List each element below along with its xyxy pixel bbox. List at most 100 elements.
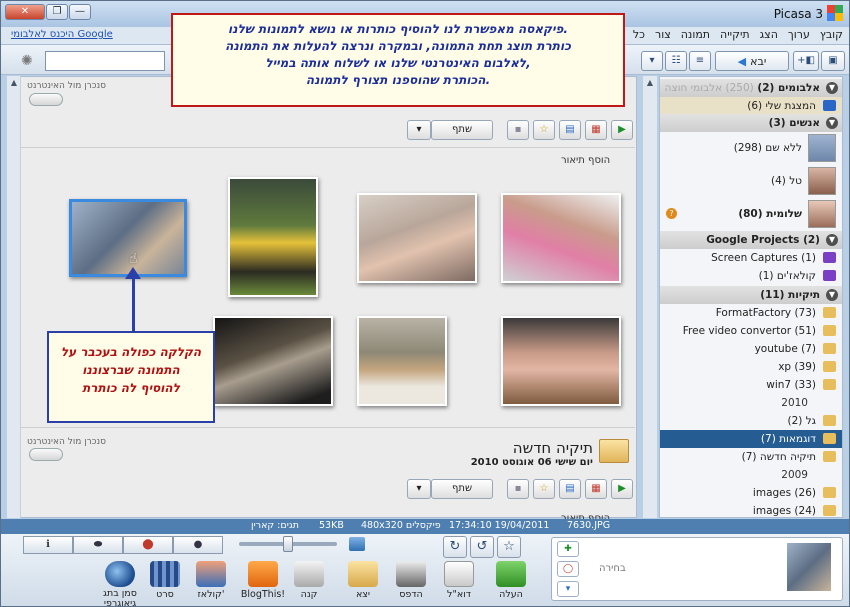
scroll-up-icon[interactable]: ▲ xyxy=(7,76,21,90)
status-datetime: 17:34:10 19/04/2011 xyxy=(449,520,550,531)
folder-icon xyxy=(823,487,836,498)
video-thumbnail[interactable] xyxy=(213,316,333,406)
menu-edit[interactable]: ערוך xyxy=(788,28,810,41)
tree-header-google-projects[interactable]: Google Projects (2) ▼ xyxy=(660,231,842,249)
collage-icon[interactable]: ▦ xyxy=(585,120,607,140)
tree-item-project[interactable]: קולאז'ים (1) xyxy=(660,267,842,285)
star-icon[interactable]: ☆ xyxy=(533,120,555,140)
album-action-bar: ▶ ▦ ▤ ☆ ▪ שתף ▾ xyxy=(407,479,633,501)
picasa-logo-icon xyxy=(827,5,843,21)
buy-button[interactable]: קנה xyxy=(285,561,333,600)
flat-view-icon[interactable]: ≡ xyxy=(689,51,711,71)
view-dropdown-button[interactable]: ▾ xyxy=(641,51,663,71)
star-icon[interactable]: ☆ xyxy=(497,536,521,558)
help-icon[interactable]: ? xyxy=(666,208,677,219)
person-icon[interactable]: ● xyxy=(173,536,223,554)
google-signin-link[interactable]: היכנס לאלבומי Google xyxy=(11,29,113,40)
email-icon xyxy=(444,561,474,587)
menu-create[interactable]: צור xyxy=(655,28,671,41)
clear-selection-icon[interactable]: ◯ xyxy=(557,561,579,577)
tree-item-folder[interactable]: xp (39) xyxy=(660,358,842,376)
zoom-slider-handle[interactable] xyxy=(283,536,293,552)
tree-item-folder[interactable]: Free video convertor (51) xyxy=(660,322,842,340)
tree-item-folder[interactable]: youtube (7) xyxy=(660,340,842,358)
tree-header-folders[interactable]: תיקיות (11) ▼ xyxy=(660,286,842,304)
import-button[interactable]: ◀ יבא xyxy=(715,51,789,71)
share-dropdown-icon[interactable]: ▾ xyxy=(407,120,431,140)
tree-item-folder[interactable]: win7 (33) xyxy=(660,376,842,394)
play-slideshow-icon[interactable]: ▶ xyxy=(611,120,633,140)
share-button[interactable]: שתף xyxy=(431,479,493,499)
maximize-button[interactable]: ❐ xyxy=(46,4,68,20)
tree-item-folder[interactable]: images (26) xyxy=(660,484,842,502)
photo-pane-scrollbar[interactable]: ▲ xyxy=(7,76,21,518)
collage-button[interactable]: קולאז' xyxy=(187,561,235,600)
tree-header-albums[interactable]: אלבומים (2) (250) אלבומי חוצה ▼ xyxy=(660,79,842,97)
menu-tools[interactable]: כל xyxy=(633,28,645,41)
star-icon[interactable]: ☆ xyxy=(533,479,555,499)
sync-toggle[interactable] xyxy=(29,448,63,461)
tree-item-album[interactable]: המצגת שלי (6) xyxy=(660,97,842,115)
folder-manager-icon[interactable]: ▣ xyxy=(821,51,845,71)
menu-file[interactable]: קובץ xyxy=(820,28,843,41)
photo-thumbnail[interactable] xyxy=(357,316,447,406)
add-to-album-icon[interactable]: ▾ xyxy=(557,581,579,597)
tree-item-folder[interactable]: תיקיה חדשה (7) xyxy=(660,448,842,466)
collapse-icon[interactable]: ▼ xyxy=(826,289,838,301)
album-title[interactable]: תיקיה חדשה xyxy=(453,439,593,457)
folder-icon xyxy=(823,379,836,390)
geotag-button[interactable]: סמן בתג גיאוגרפי xyxy=(95,561,145,606)
movie-icon[interactable]: ▤ xyxy=(559,479,581,499)
rotate-right-icon[interactable]: ↻ xyxy=(443,536,467,558)
photo-thumbnail[interactable] xyxy=(501,316,621,406)
scroll-up-icon[interactable]: ▲ xyxy=(643,76,657,90)
project-icon xyxy=(823,270,836,281)
tree-item-folder[interactable]: גל (2) xyxy=(660,412,842,430)
share-dropdown-icon[interactable]: ▾ xyxy=(407,479,431,499)
menu-view[interactable]: הצג xyxy=(760,28,778,41)
tree-scrollbar[interactable]: ▲ xyxy=(643,76,657,518)
selection-thumbnail[interactable] xyxy=(787,543,831,591)
movie-button[interactable]: סרט xyxy=(141,561,189,600)
sync-label: סנכרן מול האינטרנט xyxy=(27,81,107,91)
tree-item-folder-selected[interactable]: דוגמאות (7) xyxy=(660,430,842,448)
add-folder-button[interactable]: +◧ xyxy=(793,51,819,71)
collapse-icon[interactable]: ▼ xyxy=(826,117,838,129)
search-input[interactable] xyxy=(45,51,165,71)
tree-item-project[interactable]: Screen Captures (1) xyxy=(660,249,842,267)
menu-folder[interactable]: תיקייה xyxy=(720,28,750,41)
photo-thumbnail[interactable] xyxy=(501,193,621,283)
location-pin-icon[interactable]: ⬤ xyxy=(123,536,173,554)
export-button[interactable]: יצא xyxy=(339,561,387,600)
tree-header-people[interactable]: אנשים (3) ▼ xyxy=(660,114,842,132)
collage-icon[interactable]: ▦ xyxy=(585,479,607,499)
upload-button[interactable]: העלה xyxy=(487,561,535,600)
hold-pin-icon[interactable]: ✚ xyxy=(557,541,579,557)
photo-thumbnail[interactable] xyxy=(228,177,318,297)
tree-view-icon[interactable]: ☷ xyxy=(665,51,687,71)
annotation-callout-top: פיקאסה מאפשרת לנו להוסיף כותרות או נושא … xyxy=(171,13,625,107)
email-button[interactable]: דוא"ל xyxy=(435,561,483,600)
photo-thumbnail[interactable] xyxy=(357,193,477,283)
photo-thumbnail-selected[interactable] xyxy=(69,199,187,277)
info-icon[interactable]: ℹ xyxy=(23,536,73,554)
sync-toggle[interactable] xyxy=(29,93,63,106)
collapse-icon[interactable]: ▼ xyxy=(826,234,838,246)
menu-picture[interactable]: תמונה xyxy=(681,28,710,41)
movie-icon[interactable]: ▤ xyxy=(559,120,581,140)
add-caption-link[interactable]: הוסף תיאור xyxy=(561,155,610,166)
save-icon[interactable]: ▪ xyxy=(507,479,529,499)
minimize-button[interactable]: — xyxy=(69,4,91,20)
rotate-left-icon[interactable]: ↺ xyxy=(470,536,494,558)
blogthis-button[interactable]: BlogThis! xyxy=(239,561,287,600)
window-title: Picasa 3 xyxy=(773,7,823,21)
collapse-icon[interactable]: ▼ xyxy=(826,82,838,94)
tag-icon[interactable]: ⬬ xyxy=(73,536,123,554)
close-button[interactable]: ✕ xyxy=(5,4,45,20)
print-button[interactable]: הדפס xyxy=(387,561,435,600)
tree-item-folder[interactable]: FormatFactory (73) xyxy=(660,304,842,322)
play-slideshow-icon[interactable]: ▶ xyxy=(611,479,633,499)
save-icon[interactable]: ▪ xyxy=(507,120,529,140)
share-button[interactable]: שתף xyxy=(431,120,493,140)
tree-item-folder[interactable]: images (24) xyxy=(660,502,842,520)
